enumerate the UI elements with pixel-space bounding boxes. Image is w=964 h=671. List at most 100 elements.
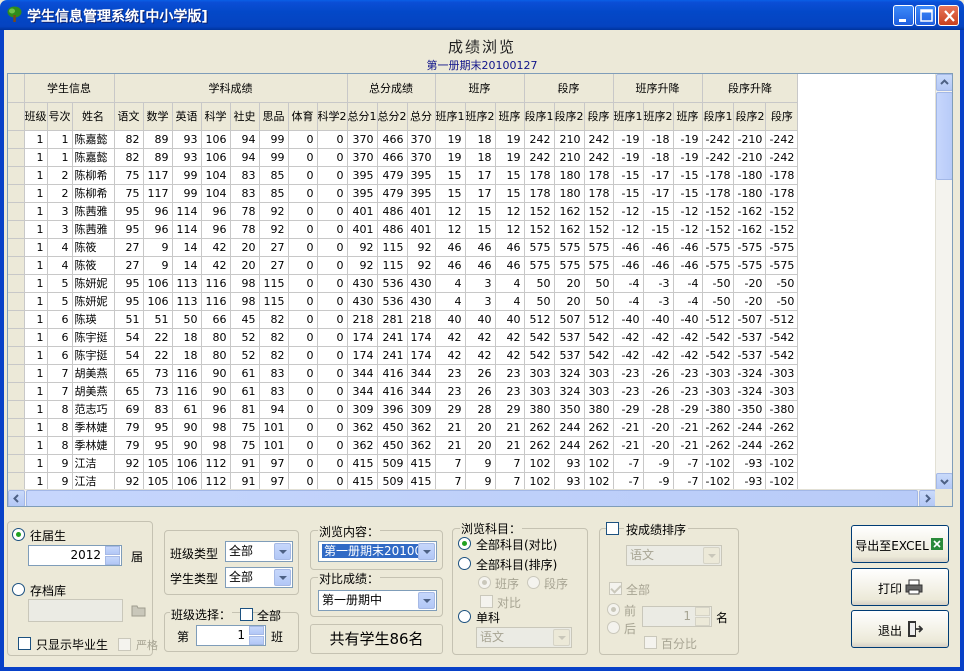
table-cell[interactable]: 0 — [317, 130, 348, 149]
table-cell[interactable]: 350 — [554, 400, 585, 419]
table-cell[interactable]: 1 — [24, 166, 48, 185]
table-cell[interactable]: 89 — [143, 130, 173, 149]
table-cell[interactable]: 9 — [465, 454, 496, 473]
column-header[interactable]: 班序 — [495, 102, 525, 131]
table-cell[interactable]: 242 — [584, 130, 614, 149]
table-cell[interactable]: -15 — [673, 184, 703, 203]
table-cell[interactable]: 92 — [114, 454, 144, 473]
table-cell[interactable]: 0 — [288, 202, 318, 221]
table-cell[interactable]: 8 — [47, 418, 73, 437]
table-cell[interactable]: -21 — [613, 418, 644, 437]
scroll-up-button[interactable] — [936, 74, 952, 91]
table-cell[interactable]: -242 — [702, 148, 735, 167]
table-cell[interactable]: -46 — [643, 256, 674, 275]
table-cell[interactable]: 102 — [584, 454, 614, 473]
table-cell[interactable]: 0 — [317, 400, 348, 419]
table-cell[interactable]: 15 — [465, 202, 496, 221]
table-cell[interactable]: 83 — [230, 166, 260, 185]
table-cell[interactable]: -7 — [673, 454, 703, 473]
table-cell[interactable]: 1 — [24, 310, 48, 329]
spin-up-button[interactable] — [249, 626, 264, 635]
table-cell[interactable]: 95 — [143, 418, 173, 437]
table-cell[interactable]: 509 — [377, 454, 408, 473]
table-cell[interactable]: 52 — [230, 346, 260, 365]
table-row[interactable]: 1 5 陈妍妮 95 106 113 116 98 115 0 0 430 536 430 4 3 4 50 20 5… — [8, 292, 799, 311]
table-cell[interactable]: -542 — [765, 328, 799, 347]
table-cell[interactable]: -19 — [613, 130, 644, 149]
table-cell[interactable]: 218 — [407, 310, 436, 329]
table-cell[interactable]: 0 — [317, 346, 348, 365]
table-cell[interactable]: 344 — [347, 382, 378, 401]
row-header-cell[interactable] — [8, 148, 25, 167]
row-header-cell[interactable] — [8, 436, 25, 455]
table-cell[interactable]: 42 — [495, 328, 525, 347]
student-name-cell[interactable]: 季林婕 — [72, 418, 115, 437]
table-cell[interactable]: 42 — [201, 256, 231, 275]
table-cell[interactable]: 93 — [554, 472, 585, 491]
student-name-cell[interactable]: 陈妍妮 — [72, 292, 115, 311]
table-cell[interactable]: 99 — [172, 166, 202, 185]
column-header[interactable]: 总分 — [407, 102, 436, 131]
table-cell[interactable]: 242 — [524, 148, 555, 167]
student-name-cell[interactable]: 陈茜雅 — [72, 202, 115, 221]
table-cell[interactable]: 244 — [554, 436, 585, 455]
table-cell[interactable]: 46 — [495, 238, 525, 257]
table-cell[interactable]: 50 — [584, 274, 614, 293]
column-header[interactable]: 班序 — [673, 102, 703, 131]
table-cell[interactable]: -20 — [643, 418, 674, 437]
table-cell[interactable]: 9 — [143, 256, 173, 275]
table-cell[interactable]: 17 — [465, 184, 496, 203]
table-cell[interactable]: 0 — [317, 472, 348, 491]
table-cell[interactable]: 0 — [288, 328, 318, 347]
column-header[interactable]: 班序2 — [465, 102, 496, 131]
table-cell[interactable]: 1 — [24, 346, 48, 365]
table-cell[interactable]: 7 — [47, 364, 73, 383]
table-cell[interactable]: 5 — [47, 274, 73, 293]
student-name-cell[interactable]: 陈嘉懿 — [72, 148, 115, 167]
table-cell[interactable]: 362 — [347, 418, 378, 437]
table-cell[interactable]: 536 — [377, 292, 408, 311]
table-cell[interactable]: -262 — [765, 418, 799, 437]
table-cell[interactable]: -42 — [673, 328, 703, 347]
table-cell[interactable]: 83 — [230, 184, 260, 203]
table-cell[interactable]: -303 — [765, 382, 799, 401]
row-header-cell[interactable] — [8, 166, 25, 185]
table-cell[interactable]: 50 — [524, 274, 555, 293]
all-classes-checkbox[interactable] — [240, 608, 253, 621]
table-cell[interactable]: 401 — [407, 202, 436, 221]
table-cell[interactable]: -512 — [765, 310, 799, 329]
table-cell[interactable]: 0 — [288, 292, 318, 311]
table-cell[interactable]: -210 — [733, 130, 767, 149]
table-cell[interactable]: 91 — [230, 472, 260, 491]
column-header[interactable]: 数学 — [143, 102, 173, 131]
table-cell[interactable]: -20 — [643, 436, 674, 455]
table-cell[interactable]: 101 — [259, 436, 289, 455]
table-cell[interactable]: 27 — [259, 256, 289, 275]
table-row[interactable]: 1 2 陈柳希 75 117 99 104 83 85 0 0 395 479 395 15 17 15 178 1… — [8, 166, 799, 185]
table-cell[interactable]: 174 — [407, 328, 436, 347]
table-cell[interactable]: 42 — [465, 346, 496, 365]
table-cell[interactable]: 106 — [172, 472, 202, 491]
table-cell[interactable]: 395 — [407, 166, 436, 185]
table-cell[interactable]: 242 — [524, 130, 555, 149]
table-cell[interactable]: 83 — [259, 364, 289, 383]
table-cell[interactable]: -162 — [733, 202, 767, 221]
table-row[interactable]: 1 1 陈嘉懿 82 89 93 106 94 99 0 0 370 466 370 19 18 19 242 21… — [8, 148, 799, 167]
row-header-cell[interactable] — [8, 256, 25, 275]
table-cell[interactable]: 92 — [259, 202, 289, 221]
student-name-cell[interactable]: 陈妍妮 — [72, 274, 115, 293]
table-cell[interactable]: 101 — [259, 418, 289, 437]
table-row[interactable]: 1 7 胡美燕 65 73 116 90 61 83 0 0 344 416 344 23 26 23 303 32… — [8, 382, 799, 401]
table-cell[interactable]: 7 — [495, 472, 525, 491]
chevron-down-icon[interactable] — [703, 547, 720, 564]
table-cell[interactable]: 210 — [554, 130, 585, 149]
table-cell[interactable]: -178 — [702, 184, 735, 203]
table-row[interactable]: 1 3 陈茜雅 95 96 114 96 78 92 0 0 401 486 401 12 15 12 152 16… — [8, 202, 799, 221]
table-cell[interactable]: 180 — [554, 166, 585, 185]
student-name-cell[interactable]: 范志巧 — [72, 400, 115, 419]
row-header-cell[interactable] — [8, 364, 25, 383]
student-name-cell[interactable]: 陈筱 — [72, 256, 115, 275]
table-cell[interactable]: 99 — [259, 130, 289, 149]
table-cell[interactable]: 28 — [465, 400, 496, 419]
table-cell[interactable]: 242 — [584, 148, 614, 167]
